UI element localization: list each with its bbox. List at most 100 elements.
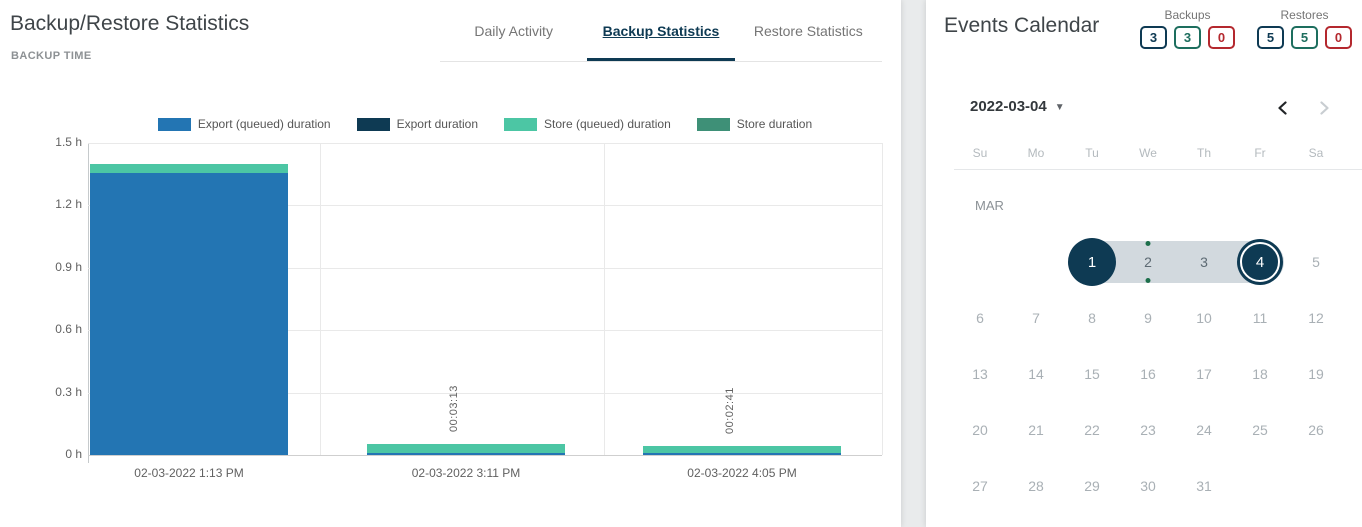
- gridline-vertical: [882, 143, 883, 455]
- calendar-day-4[interactable]: 4: [1232, 234, 1288, 290]
- weekday-label: Fr: [1232, 146, 1288, 160]
- calendar-day-22[interactable]: 22: [1064, 402, 1120, 458]
- weekday-label: Tu: [1064, 146, 1120, 160]
- calendar-day-2[interactable]: 2: [1120, 234, 1176, 290]
- tab-backup-statistics[interactable]: Backup Statistics: [587, 0, 734, 61]
- gridline-vertical: [604, 143, 605, 455]
- legend-swatch-icon: [158, 118, 191, 131]
- calendar-day-empty: [952, 234, 1008, 290]
- calendar-day-14[interactable]: 14: [1008, 346, 1064, 402]
- calendar-day-26[interactable]: 26: [1288, 402, 1344, 458]
- calendar-divider: [954, 169, 1362, 170]
- count-badge[interactable]: 5: [1257, 26, 1284, 49]
- gridline-horizontal: [88, 455, 882, 456]
- calendar-day-19[interactable]: 19: [1288, 346, 1344, 402]
- counter-label: Restores: [1280, 8, 1328, 22]
- chart-subtitle: BACKUP TIME: [11, 50, 92, 62]
- calendar-day-6[interactable]: 6: [952, 290, 1008, 346]
- chevron-right-icon: [1317, 101, 1331, 115]
- chevron-left-icon: [1276, 101, 1290, 115]
- next-day-button[interactable]: [1314, 98, 1334, 118]
- calendar-day-10[interactable]: 10: [1176, 290, 1232, 346]
- calendar-grid: 1234567891011121314151617181920212223242…: [952, 234, 1344, 514]
- count-badge[interactable]: 0: [1325, 26, 1352, 49]
- calendar-day-empty: [1288, 458, 1344, 514]
- count-badge[interactable]: 3: [1174, 26, 1201, 49]
- calendar-day-1[interactable]: 1: [1064, 234, 1120, 290]
- calendar-day-28[interactable]: 28: [1008, 458, 1064, 514]
- calendar-week-row: 12345: [952, 234, 1344, 290]
- calendar-day-7[interactable]: 7: [1008, 290, 1064, 346]
- bar-segment: [90, 173, 288, 455]
- x-tick-label: 02-03-2022 3:11 PM: [356, 466, 576, 480]
- legend-item-0: Export (queued) duration: [158, 117, 331, 131]
- chevron-down-icon: ▼: [1055, 102, 1065, 113]
- calendar-week-row: 13141516171819: [952, 346, 1344, 402]
- legend-item-3: Store duration: [697, 117, 812, 131]
- selected-day-circle: 4: [1240, 242, 1280, 282]
- calendar-day-31[interactable]: 31: [1176, 458, 1232, 514]
- x-tick-label: 02-03-2022 1:13 PM: [79, 466, 299, 480]
- backup-statistics-panel: Backup/Restore Statistics BACKUP TIME Da…: [0, 0, 901, 527]
- calendar-day-21[interactable]: 21: [1008, 402, 1064, 458]
- event-dot-icon: [1146, 278, 1151, 283]
- legend-swatch-icon: [504, 118, 537, 131]
- calendar-day-17[interactable]: 17: [1176, 346, 1232, 402]
- counter-group-restores: Restores550: [1257, 8, 1352, 49]
- counter-group-backups: Backups330: [1140, 8, 1235, 49]
- calendar-day-11[interactable]: 11: [1232, 290, 1288, 346]
- legend-label: Export (queued) duration: [198, 117, 331, 131]
- calendar-day-30[interactable]: 30: [1120, 458, 1176, 514]
- events-calendar-title: Events Calendar: [944, 14, 1099, 38]
- bar-value-label: 00:02:41: [724, 387, 736, 434]
- y-tick-label: 0.6 h: [0, 322, 82, 336]
- calendar-day-9[interactable]: 9: [1120, 290, 1176, 346]
- calendar-week-row: 20212223242526: [952, 402, 1344, 458]
- event-counters: Backups330Restores550: [1140, 8, 1352, 49]
- calendar-day-29[interactable]: 29: [1064, 458, 1120, 514]
- calendar-day-18[interactable]: 18: [1232, 346, 1288, 402]
- counter-label: Backups: [1164, 8, 1210, 22]
- y-tick-label: 0 h: [0, 447, 82, 461]
- legend-swatch-icon: [697, 118, 730, 131]
- plot-area: 00:03:1300:02:41: [88, 143, 882, 455]
- calendar-day-27[interactable]: 27: [952, 458, 1008, 514]
- x-tick-label: 02-03-2022 4:05 PM: [632, 466, 852, 480]
- gridline-vertical: [320, 143, 321, 455]
- events-calendar-panel: Events Calendar Backups330Restores550 20…: [926, 0, 1362, 527]
- weekday-label: Su: [952, 146, 1008, 160]
- y-tick-label: 1.5 h: [0, 135, 82, 149]
- calendar-day-15[interactable]: 15: [1064, 346, 1120, 402]
- weekday-label: Th: [1176, 146, 1232, 160]
- calendar-day-20[interactable]: 20: [952, 402, 1008, 458]
- tab-daily-activity[interactable]: Daily Activity: [440, 0, 587, 61]
- bar-segment: [90, 164, 288, 173]
- legend-item-2: Store (queued) duration: [504, 117, 671, 131]
- legend-label: Store (queued) duration: [544, 117, 671, 131]
- count-badge[interactable]: 0: [1208, 26, 1235, 49]
- calendar-day-13[interactable]: 13: [952, 346, 1008, 402]
- selected-date: 2022-03-04: [970, 98, 1047, 115]
- count-badge[interactable]: 3: [1140, 26, 1167, 49]
- calendar-day-25[interactable]: 25: [1232, 402, 1288, 458]
- month-label: MAR: [975, 198, 1004, 213]
- calendar-day-3[interactable]: 3: [1176, 234, 1232, 290]
- calendar-day-5[interactable]: 5: [1288, 234, 1344, 290]
- weekday-header: SuMoTuWeThFrSa: [952, 146, 1344, 160]
- count-badge[interactable]: 5: [1291, 26, 1318, 49]
- calendar-day-8[interactable]: 8: [1064, 290, 1120, 346]
- calendar-day-24[interactable]: 24: [1176, 402, 1232, 458]
- weekday-label: We: [1120, 146, 1176, 160]
- page-title: Backup/Restore Statistics: [10, 12, 249, 36]
- calendar-day-23[interactable]: 23: [1120, 402, 1176, 458]
- backup-time-chart: 0 h0.3 h0.6 h0.9 h1.2 h1.5 h 00:03:1300:…: [0, 143, 901, 503]
- prev-day-button[interactable]: [1273, 98, 1293, 118]
- tab-restore-statistics[interactable]: Restore Statistics: [735, 0, 882, 61]
- badge-row: 330: [1140, 26, 1235, 49]
- y-tick-label: 1.2 h: [0, 197, 82, 211]
- bar-segment: [367, 444, 565, 453]
- calendar-day-16[interactable]: 16: [1120, 346, 1176, 402]
- legend-label: Export duration: [397, 117, 478, 131]
- date-selector[interactable]: 2022-03-04 ▼: [970, 98, 1065, 115]
- calendar-day-12[interactable]: 12: [1288, 290, 1344, 346]
